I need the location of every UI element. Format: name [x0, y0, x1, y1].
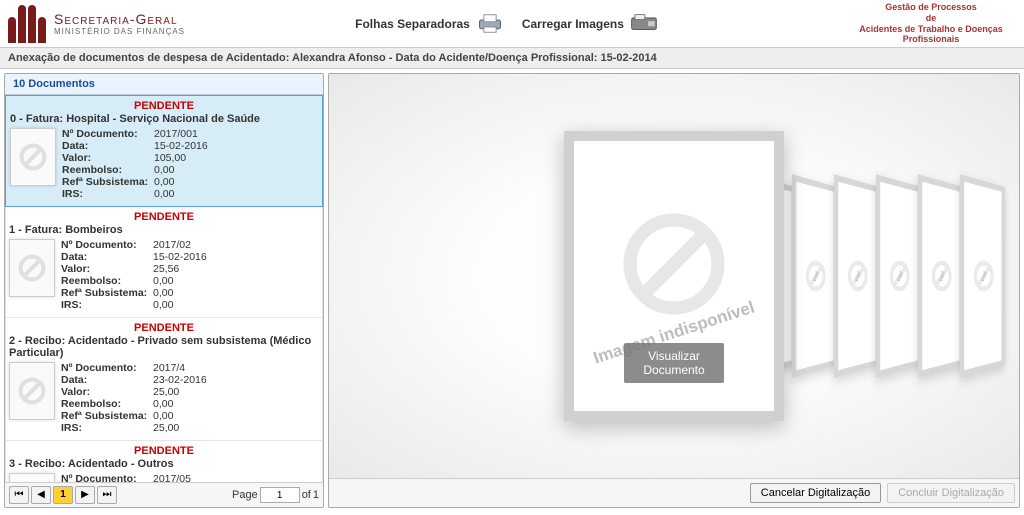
app-header: Secretaria-Geral MINISTÉRIO DAS FINANÇAS…: [0, 0, 1024, 48]
carregar-label: Carregar Imagens: [522, 17, 624, 31]
pager-prev-button[interactable]: ◀: [31, 486, 51, 504]
pager-of-label: of: [302, 489, 311, 501]
carregar-imagens-button[interactable]: Carregar Imagens: [522, 13, 658, 35]
document-item[interactable]: PENDENTE3 - Recibo: Acidentado - Outros N…: [5, 441, 323, 482]
document-fields: Nº Documento:2017/02Data:15-02-2016Valor…: [61, 239, 207, 311]
scanner-icon: [630, 13, 658, 35]
pager-page-input[interactable]: [260, 487, 300, 503]
brand-logo-icon: [8, 5, 46, 43]
document-status: PENDENTE: [5, 209, 323, 223]
document-title: 3 - Recibo: Acidentado - Outros: [5, 457, 323, 471]
document-fields: Nº Documento:2017/001Data:15-02-2016Valo…: [62, 128, 208, 200]
document-list-panel: 10 Documentos PENDENTE0 - Fatura: Hospit…: [4, 73, 324, 508]
no-image-icon: [619, 209, 729, 319]
document-title: 0 - Fatura: Hospital - Serviço Nacional …: [6, 112, 322, 126]
document-status: PENDENTE: [5, 443, 323, 457]
pager-next-button[interactable]: ▶: [75, 486, 95, 504]
pager-first-button[interactable]: ⏮: [9, 486, 29, 504]
brand-line2: MINISTÉRIO DAS FINANÇAS: [54, 27, 185, 36]
printer-icon: [476, 13, 504, 35]
brand-text: Secretaria-Geral MINISTÉRIO DAS FINANÇAS: [54, 11, 185, 36]
folhas-separadoras-button[interactable]: Folhas Separadoras: [355, 13, 504, 35]
document-status: PENDENTE: [5, 320, 323, 334]
document-item[interactable]: PENDENTE1 - Fatura: Bombeiros Nº Document…: [5, 207, 323, 318]
preview-thumb[interactable]: vel: [792, 174, 837, 378]
document-status: PENDENTE: [6, 98, 322, 112]
preview-thumb[interactable]: vel: [960, 174, 1005, 378]
document-item[interactable]: PENDENTE2 - Recibo: Acidentado - Privado…: [5, 318, 323, 441]
document-title: 2 - Recibo: Acidentado - Privado sem sub…: [5, 334, 323, 360]
document-list[interactable]: PENDENTE0 - Fatura: Hospital - Serviço N…: [5, 95, 323, 482]
pager-total: 1: [313, 489, 319, 501]
concluir-digitalizacao-button[interactable]: Concluir Digitalização: [887, 483, 1015, 503]
document-count-header: 10 Documentos: [5, 74, 323, 95]
document-item[interactable]: PENDENTE0 - Fatura: Hospital - Serviço N…: [5, 95, 323, 207]
document-thumbnail: [9, 362, 55, 420]
pager-current-page[interactable]: 1: [53, 486, 73, 504]
pager: ⏮ ◀ 1 ▶ ⏭ Page of 1: [5, 482, 323, 507]
app-title: Gestão de Processos de Acidentes de Trab…: [846, 2, 1016, 45]
preview-panel: Imagem indisponível Visualizar Documento…: [328, 73, 1020, 508]
document-fields: Nº Documento:2017/05Data:15-02-2016: [61, 473, 207, 482]
preview-main-card[interactable]: Imagem indisponível Visualizar Documento: [564, 131, 784, 421]
preview-thumb[interactable]: vel: [918, 174, 963, 378]
brand-line1: Secretaria-Geral: [54, 11, 185, 27]
document-thumbnail: [9, 473, 55, 482]
document-thumbnail: [9, 239, 55, 297]
document-thumbnail: [10, 128, 56, 186]
preview-thumb[interactable]: vel: [876, 174, 921, 378]
document-fields: Nº Documento:2017/4Data:23-02-2016Valor:…: [61, 362, 207, 434]
preview-footer: Cancelar Digitalização Concluir Digitali…: [329, 478, 1019, 507]
pager-page-label: Page: [232, 489, 258, 501]
preview-stage: Imagem indisponível Visualizar Documento…: [329, 74, 1019, 478]
folhas-label: Folhas Separadoras: [355, 17, 470, 31]
cancelar-digitalizacao-button[interactable]: Cancelar Digitalização: [750, 483, 881, 503]
pager-last-button[interactable]: ⏭: [97, 486, 117, 504]
breadcrumb: Anexação de documentos de despesa de Aci…: [0, 48, 1024, 69]
document-title: 1 - Fatura: Bombeiros: [5, 223, 323, 237]
preview-thumb[interactable]: vel: [834, 174, 879, 378]
visualizar-documento-button[interactable]: Visualizar Documento: [624, 343, 724, 383]
